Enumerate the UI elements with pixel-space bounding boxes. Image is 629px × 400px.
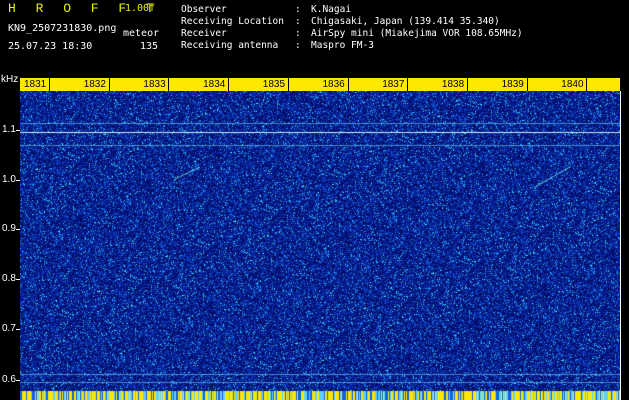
- y-tick-mark: [16, 380, 20, 381]
- right-axis-line: [620, 91, 621, 400]
- x-tick-label: 1838: [441, 79, 465, 90]
- x-tick-label: 1835: [262, 79, 286, 90]
- location-key: Receiving Location: [181, 16, 284, 27]
- x-tick-label: 1834: [203, 79, 226, 90]
- meteor-label: meteor: [123, 28, 160, 39]
- receiver-key: Receiver: [181, 28, 227, 39]
- x-tick-mark: [526, 78, 528, 91]
- x-tick-mark: [407, 78, 409, 91]
- x-tick-label: 1840: [561, 79, 584, 90]
- y-tick-mark: [16, 279, 20, 280]
- antenna-row: Receiving antenna: Maspro FM-3: [181, 40, 523, 52]
- spectrogram: [20, 91, 620, 400]
- separator: :: [295, 40, 301, 51]
- x-tick-mark: [586, 78, 588, 91]
- file-name: KN9_2507231830.png: [8, 23, 117, 34]
- x-tick-mark: [168, 78, 170, 91]
- separator: :: [295, 28, 301, 39]
- station-info: Observer: K.Nagai Receiving Location: Chig…: [181, 4, 523, 52]
- y-tick-mark: [16, 130, 20, 131]
- x-tick-label: 1832: [83, 79, 106, 90]
- location-value: Chigasaki, Japan (139.414 35.340): [311, 16, 500, 27]
- antenna-key: Receiving antenna: [181, 40, 279, 51]
- receiver-row: Receiver: AirSpy mini (Miakejima VOR 108.…: [181, 28, 523, 40]
- antenna-value: Maspro FM-3: [311, 40, 374, 51]
- y-tick-mark: [16, 180, 20, 181]
- location-row: Receiving Location: Chigasaki, Japan (139…: [181, 16, 523, 28]
- spectrogram-canvas: [20, 91, 620, 400]
- y-tick-label: 1.0: [2, 174, 16, 185]
- x-tick-mark: [287, 78, 289, 91]
- separator: :: [295, 16, 301, 27]
- y-unit-label: kHz: [1, 74, 19, 85]
- observer-value: K.Nagai: [311, 4, 352, 15]
- time-axis-bar: 1831 1832 1833 1834 1835 1836 1837 1838 1839 1840: [20, 78, 620, 91]
- y-tick-label: 0.9: [2, 223, 16, 234]
- meteor-count: 135: [140, 41, 159, 52]
- x-tick-mark: [108, 78, 110, 91]
- x-tick-label: 1839: [501, 79, 524, 90]
- y-tick-label: 0.8: [2, 273, 16, 284]
- separator: :: [295, 4, 301, 15]
- x-tick-mark: [228, 78, 230, 91]
- x-tick-label: 1837: [382, 79, 405, 90]
- x-tick-mark: [347, 78, 349, 91]
- y-tick-label: 0.6: [2, 374, 16, 385]
- y-tick-label: 1.1: [2, 124, 16, 135]
- x-tick-mark: [49, 78, 50, 91]
- y-tick-mark: [16, 329, 20, 330]
- y-tick-label: 0.7: [2, 323, 16, 334]
- y-tick-mark: [16, 229, 20, 230]
- x-tick-label: 1836: [322, 79, 345, 90]
- version-label: 1.00f: [125, 3, 156, 14]
- x-tick-mark: [466, 78, 468, 91]
- observer-row: Observer: K.Nagai: [181, 4, 523, 16]
- x-tick-label: 1833: [143, 79, 166, 90]
- receiver-value: AirSpy mini (Miakejima VOR 108.65MHz): [311, 28, 523, 39]
- x-tick-label: 1831: [24, 79, 47, 90]
- observer-key: Observer: [181, 4, 227, 15]
- date-time: 25.07.23 18:30: [8, 41, 93, 52]
